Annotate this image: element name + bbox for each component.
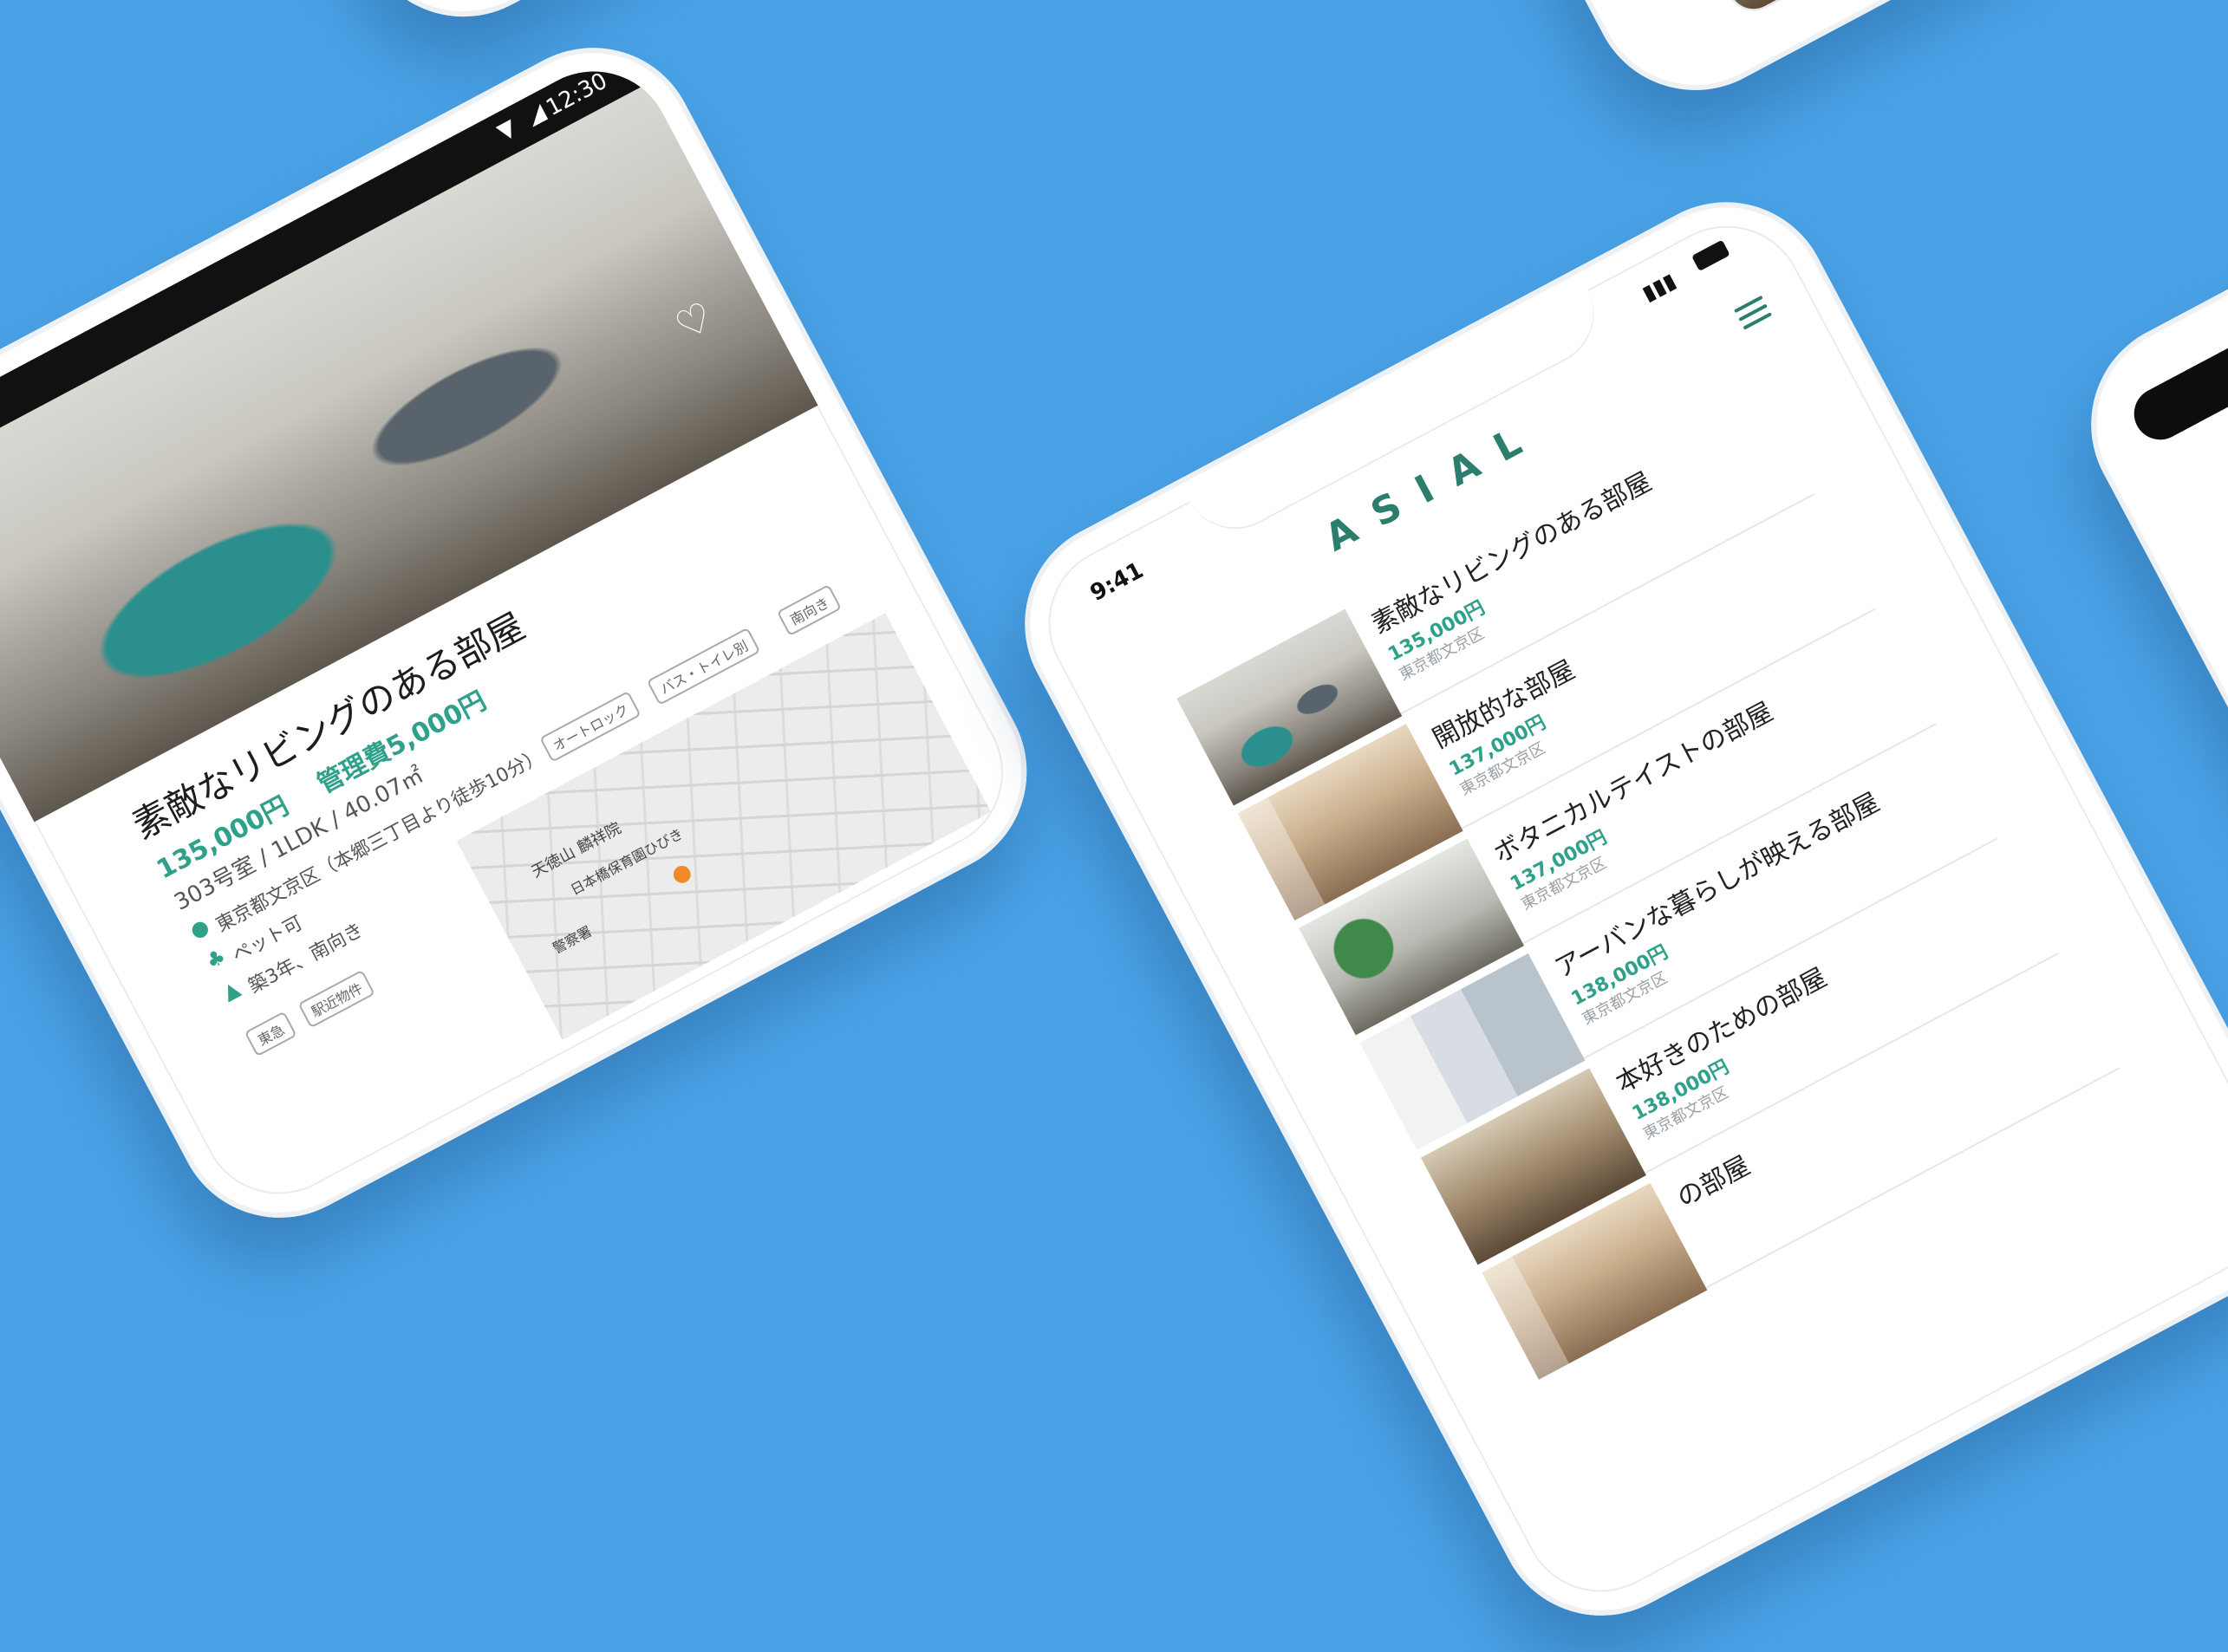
hamburger-icon[interactable] [1734,295,1773,330]
list-screen: 9:41 ▮▮▮ ASIAL 素敵なリビングのある部屋 135,000円 東京都… [1020,198,2228,1620]
heart-icon[interactable]: ♡ [668,292,721,350]
map-pin-icon: ● [667,857,697,890]
phone-screen-top-right: ♡ [1673,0,2065,20]
paw-icon: ♣ [201,944,231,974]
listing-title: の部屋 [1671,1150,1756,1214]
battery-icon [1691,239,1730,272]
wifi-icon: ▼ [492,114,521,146]
house-icon: ▲ [218,975,244,1005]
location-pin-icon: ● [186,914,213,944]
status-time: 9:41 [1085,557,1149,607]
signal-icon: ▮▮▮ [1638,268,1680,306]
tag-station: 駅近物件 [297,969,375,1029]
map-label: 警察署 [550,922,595,958]
tag-south: 南向き [776,583,842,637]
phone-list: 9:41 ▮▮▮ ASIAL 素敵なリビングのある部屋 135,000円 東京都… [988,166,2228,1652]
status-bar-black [2125,231,2228,449]
tag-tokyu: 東急 [244,1011,297,1057]
map[interactable]: 天徳山 麟祥院 日本橋保育園ひびき 警察署 ● [456,613,992,1040]
detail-screen: 12:30 ◢ ▼ ♡ 素敵なリビングのある部屋 135,000円 管理費5,0… [0,43,1031,1222]
phone-top-left [286,0,819,54]
phone-top-right: ♡ [1465,0,2228,127]
phone-detail: 12:30 ◢ ▼ ♡ 素敵なリビングのある部屋 135,000円 管理費5,0… [0,10,1064,1255]
